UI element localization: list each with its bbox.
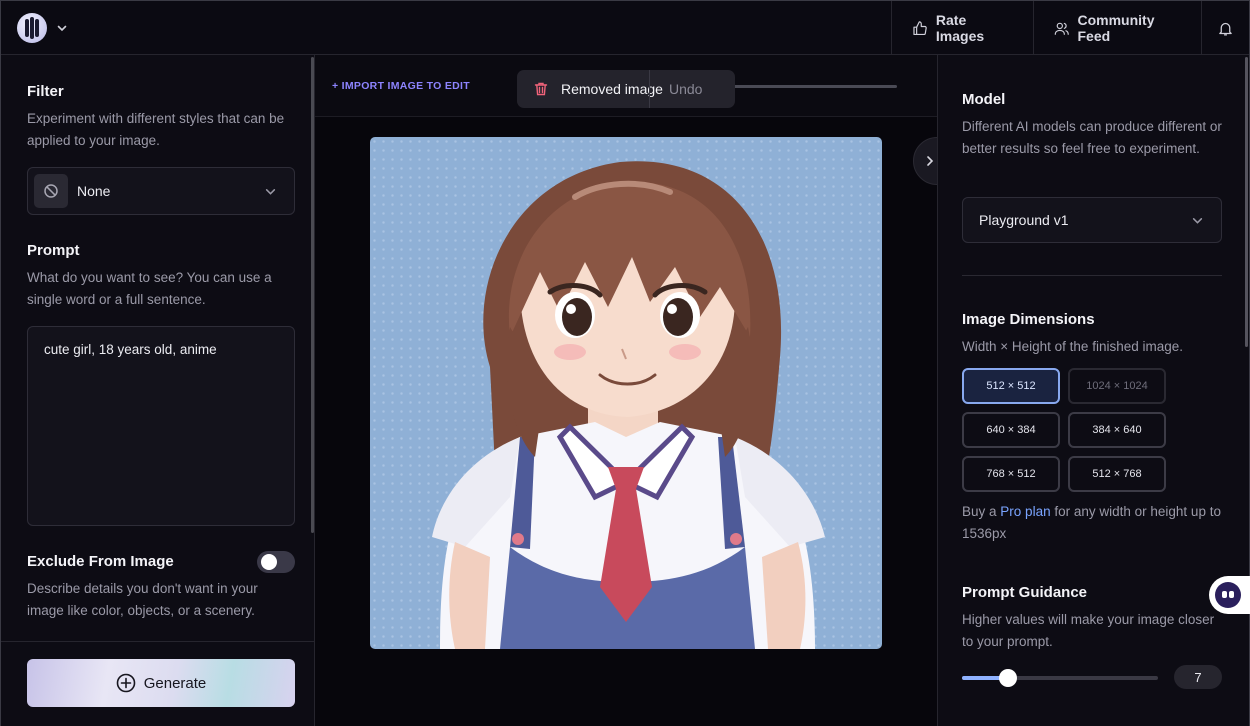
- dimension-option[interactable]: 768 × 512: [962, 456, 1060, 492]
- thumbs-up-icon: [913, 20, 927, 35]
- filter-description: Experiment with different styles that ca…: [27, 111, 285, 148]
- anime-girl-illustration: [432, 161, 825, 649]
- plus-circle-icon: [116, 673, 136, 693]
- canvas-area: + IMPORT IMAGE TO EDIT Removed image Und…: [315, 55, 961, 726]
- bell-icon: [1219, 22, 1232, 36]
- generate-label: Generate: [143, 674, 207, 692]
- exclude-description: Describe details you don't want in your …: [27, 581, 258, 618]
- exclude-title: Exclude From Image: [27, 553, 174, 570]
- left-scrollbar[interactable]: [311, 57, 314, 533]
- pro-plan-note: Buy a Pro plan for any width or height u…: [962, 501, 1224, 545]
- toast-message: Removed image: [561, 81, 663, 97]
- dimension-option[interactable]: 1024 × 1024: [1068, 368, 1166, 404]
- dimensions-title: Image Dimensions: [962, 311, 1095, 328]
- none-filter-thumb: [34, 174, 68, 208]
- chevron-down-icon: [265, 189, 276, 195]
- prompt-input[interactable]: cute girl, 18 years old, anime: [27, 326, 295, 526]
- model-select[interactable]: Playground v1: [962, 197, 1222, 243]
- model-description: Different AI models can produce differen…: [962, 119, 1222, 156]
- toast-divider: [649, 70, 650, 108]
- community-feed-label: Community Feed: [1077, 12, 1155, 44]
- dimension-option[interactable]: 512 × 512: [962, 368, 1060, 404]
- model-title: Model: [962, 91, 1006, 108]
- assistant-chat-button[interactable]: [1209, 576, 1250, 614]
- top-bar: Rate Images Community Feed: [1, 1, 1249, 55]
- undo-button[interactable]: Undo: [669, 81, 702, 97]
- canvas-toolbar: + IMPORT IMAGE TO EDIT Removed image Und…: [315, 55, 937, 117]
- pro-plan-prefix: Buy a: [962, 504, 997, 519]
- filter-selected-value: None: [77, 183, 111, 199]
- logo-icon: [17, 13, 47, 43]
- left-panel: Filter Experiment with different styles …: [1, 55, 315, 726]
- right-panel: Model Different AI models can produce di…: [937, 55, 1249, 726]
- ban-icon: [44, 184, 58, 198]
- chevron-down-icon: [57, 25, 67, 32]
- exclude-toggle[interactable]: [257, 551, 295, 573]
- prompt-title: Prompt: [27, 242, 80, 259]
- model-selected-value: Playground v1: [979, 212, 1069, 228]
- chevron-down-icon: [1192, 218, 1203, 224]
- trash-icon: [534, 82, 548, 96]
- app-menu-button[interactable]: [17, 13, 67, 43]
- community-feed-button[interactable]: Community Feed: [1033, 1, 1201, 55]
- prompt-description: What do you want to see? You can use a s…: [27, 270, 272, 307]
- dimension-option[interactable]: 512 × 768: [1068, 456, 1166, 492]
- section-divider: [962, 275, 1222, 276]
- right-scrollbar[interactable]: [1245, 57, 1248, 347]
- users-icon: [1054, 22, 1069, 35]
- generate-button[interactable]: Generate: [27, 659, 295, 707]
- dimensions-description: Width × Height of the finished image.: [962, 339, 1183, 354]
- generated-image[interactable]: [370, 137, 882, 649]
- filter-select[interactable]: None: [27, 167, 295, 215]
- filter-title: Filter: [27, 83, 64, 100]
- rate-images-button[interactable]: Rate Images: [891, 1, 1033, 55]
- progress-line: [733, 85, 897, 88]
- dimension-option[interactable]: 384 × 640: [1068, 412, 1166, 448]
- guidance-value[interactable]: 7: [1174, 665, 1222, 689]
- slider-thumb[interactable]: [998, 669, 1017, 687]
- rate-images-label: Rate Images: [935, 12, 985, 44]
- chevron-right-icon: [927, 156, 934, 166]
- notifications-button[interactable]: [1201, 1, 1249, 55]
- dimension-option[interactable]: 640 × 384: [962, 412, 1060, 448]
- removed-image-toast: Removed image Undo: [517, 70, 735, 108]
- guidance-title: Prompt Guidance: [962, 584, 1088, 601]
- pro-plan-link[interactable]: Pro plan: [1000, 504, 1050, 519]
- import-image-link[interactable]: + IMPORT IMAGE TO EDIT: [332, 80, 470, 92]
- bot-icon: [1215, 582, 1241, 608]
- guidance-slider[interactable]: [962, 669, 1158, 687]
- guidance-description: Higher values will make your image close…: [962, 612, 1215, 649]
